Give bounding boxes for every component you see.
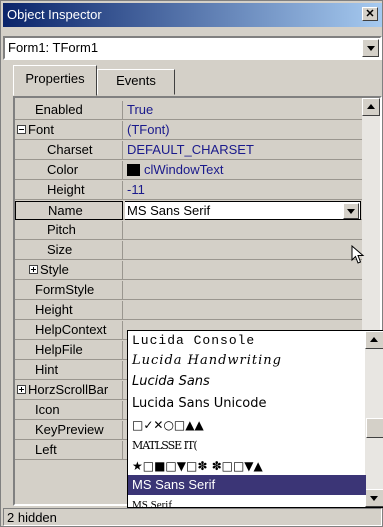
property-value-text: DEFAULT_CHARSET xyxy=(127,142,254,157)
font-list-scroll-down-button[interactable] xyxy=(365,489,383,507)
object-selector[interactable]: Form1: TForm1 xyxy=(3,36,382,60)
property-name-label: KeyPreview xyxy=(35,422,104,437)
font-list-item[interactable]: Lucida Handwriting xyxy=(128,351,366,371)
font-name-dropdown-list[interactable]: Lucida Console Lucida Handwriting Lucida S… xyxy=(127,330,383,508)
property-name-label: Height xyxy=(47,182,85,197)
property-name: Height xyxy=(15,181,123,200)
status-bar: 2 hidden xyxy=(3,508,382,526)
font-list-item[interactable]: MATLSSE IT( xyxy=(128,436,366,456)
property-name-label: HelpContext xyxy=(35,322,107,337)
scroll-up-button[interactable] xyxy=(362,98,380,116)
collapse-icon[interactable] xyxy=(17,125,26,135)
property-value-text: (TFont) xyxy=(127,122,170,137)
property-value[interactable]: clWindowText xyxy=(125,161,361,180)
close-button[interactable]: ✕ xyxy=(362,7,378,21)
tab-events[interactable]: Events xyxy=(97,69,175,95)
property-row[interactable]: Style xyxy=(15,261,362,280)
property-name: Pitch xyxy=(15,221,123,240)
property-name-label: Left xyxy=(35,442,57,457)
color-swatch xyxy=(127,163,140,176)
font-list-item[interactable]: Lucida Console xyxy=(128,331,366,351)
property-row[interactable]: Height xyxy=(15,301,362,320)
property-name: Hint xyxy=(15,361,123,380)
property-value[interactable] xyxy=(125,221,361,240)
property-row[interactable]: Size xyxy=(15,241,362,260)
expand-icon[interactable] xyxy=(17,385,26,395)
property-name-label: Color xyxy=(47,162,79,177)
property-name: FormStyle xyxy=(15,281,123,300)
close-icon: ✕ xyxy=(365,8,375,20)
property-row[interactable]: Height -11 xyxy=(15,181,362,200)
property-name: Left xyxy=(15,441,123,460)
property-value-text: True xyxy=(127,102,154,117)
font-list-item[interactable]: MS Serif xyxy=(128,495,366,507)
mouse-cursor-icon xyxy=(351,245,365,264)
property-value[interactable]: -11 xyxy=(125,181,361,200)
property-value-text: clWindowText xyxy=(144,162,224,177)
tab-properties[interactable]: Properties xyxy=(13,65,97,96)
property-name: Size xyxy=(15,241,123,260)
font-list-item[interactable]: Lucida Sans Unicode xyxy=(128,394,366,414)
property-value[interactable] xyxy=(125,281,361,300)
property-name: Charset xyxy=(15,141,123,160)
font-list-item[interactable]: □✓✕○□▲▲ xyxy=(128,415,366,435)
property-name: KeyPreview xyxy=(15,421,123,440)
property-name-label: Charset xyxy=(47,142,93,157)
window-title: Object Inspector xyxy=(7,7,102,22)
font-list-item[interactable]: MS Sans Serif xyxy=(128,475,366,495)
property-row[interactable]: Enabled True xyxy=(15,101,362,120)
property-row[interactable]: FormStyle xyxy=(15,281,362,300)
property-value-text: MS Sans Serif xyxy=(127,203,211,218)
object-selector-value: Form1: TForm1 xyxy=(8,40,99,55)
property-name-label: HorzScrollBar xyxy=(28,382,109,397)
object-inspector-window: Object Inspector ✕ Form1: TForm1 Propert… xyxy=(0,0,383,527)
property-name-label: Style xyxy=(40,262,69,277)
object-selector-dropdown-button[interactable] xyxy=(362,39,379,57)
property-name-label: FormStyle xyxy=(35,282,95,297)
property-name-label: Enabled xyxy=(35,102,83,117)
property-name: HelpContext xyxy=(15,321,123,340)
property-name: HorzScrollBar xyxy=(15,381,123,400)
property-value[interactable]: (TFont) xyxy=(125,121,361,140)
property-row[interactable]: Color clWindowText xyxy=(15,161,362,180)
property-name: Enabled xyxy=(15,101,123,120)
property-name-label: Icon xyxy=(35,402,60,417)
property-name-label: Hint xyxy=(35,362,59,377)
font-list-scroll-thumb[interactable] xyxy=(366,418,383,438)
font-name-dropdown-button[interactable] xyxy=(343,203,359,219)
property-row[interactable]: Charset DEFAULT_CHARSET xyxy=(15,141,362,160)
property-value[interactable] xyxy=(125,261,361,280)
property-name: Style xyxy=(15,261,123,280)
property-grid: Enabled True Font (TFont) Charset DEFAULT_CHA… xyxy=(13,96,383,508)
property-name: Color xyxy=(15,161,123,180)
expand-icon[interactable] xyxy=(29,265,38,275)
property-value[interactable]: True xyxy=(125,101,361,120)
property-row[interactable]: Pitch xyxy=(15,221,362,240)
property-name: HelpFile xyxy=(15,341,123,360)
font-list-scroll-up-button[interactable] xyxy=(365,331,383,349)
property-name: Name xyxy=(15,201,123,220)
property-row[interactable]: Font (TFont) xyxy=(15,121,362,140)
title-bar[interactable]: Object Inspector ✕ xyxy=(3,3,382,27)
property-name-label: HelpFile xyxy=(35,342,83,357)
font-list-scrollbar[interactable] xyxy=(365,331,383,507)
property-name-label: Pitch xyxy=(47,222,76,237)
property-value-text: -11 xyxy=(127,182,145,197)
property-name-label: Font xyxy=(28,122,55,137)
property-name: Icon xyxy=(15,401,123,420)
status-text: 2 hidden xyxy=(7,510,57,525)
property-name-label: Name xyxy=(48,203,83,218)
property-name-label: Height xyxy=(35,302,73,317)
property-value[interactable]: MS Sans Serif xyxy=(125,201,361,220)
font-list-item[interactable]: Lucida Sans xyxy=(128,372,366,392)
property-row[interactable]: Name MS Sans Serif xyxy=(15,201,362,220)
property-value[interactable] xyxy=(125,241,361,260)
property-name: Font xyxy=(15,121,123,140)
property-name: Height xyxy=(15,301,123,320)
property-value[interactable] xyxy=(125,301,361,320)
property-name-label: Size xyxy=(47,242,73,257)
property-value[interactable]: DEFAULT_CHARSET xyxy=(125,141,361,160)
font-list-item[interactable]: ★□■□▼□✽ ✽□□▼▲ xyxy=(128,456,366,476)
